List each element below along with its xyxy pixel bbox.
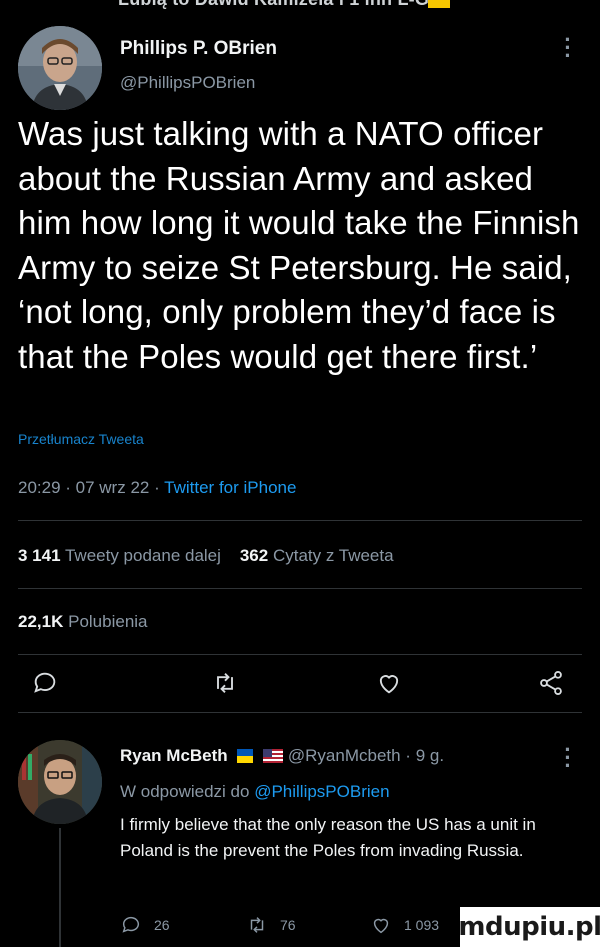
tweet-client-link[interactable]: Twitter for iPhone [164, 478, 296, 497]
retweets-count[interactable]: 3 141 [18, 546, 61, 565]
reply-icon [122, 916, 140, 933]
retweets-label[interactable]: Tweety podane dalej [65, 546, 221, 565]
author-handle[interactable]: @PhillipsPOBrien [120, 73, 255, 93]
tweet-text: Was just talking with a NATO officer abo… [18, 115, 580, 375]
reply-reply-count: 26 [154, 917, 170, 933]
quotes-count[interactable]: 362 [240, 546, 268, 565]
reply-retweet-button[interactable]: 76 [246, 914, 296, 936]
author-name[interactable]: Phillips P. OBrien [120, 38, 277, 60]
like-icon [379, 675, 399, 694]
liked-by-text: Lubią to Dawid Kamizela i 1 inn L-G [118, 0, 429, 10]
quotes-label[interactable]: Cytaty z Tweeta [273, 546, 394, 565]
likes-stats: 22,1K Polubienia [18, 612, 148, 632]
author-avatar[interactable] [18, 26, 102, 110]
likes-label[interactable]: Polubienia [68, 612, 147, 631]
replying-to-prefix: W odpowiedzi do [120, 782, 255, 801]
share-icon [540, 670, 562, 696]
site-watermark: mdupiu.pl [458, 907, 600, 947]
translate-tweet-link[interactable]: Przetłumacz Tweeta [18, 431, 144, 447]
reply-button[interactable] [28, 666, 62, 700]
share-button[interactable] [534, 666, 568, 700]
replying-to-handle[interactable]: @PhillipsPOBrien [254, 782, 389, 801]
divider [18, 588, 582, 589]
top-notification-strip: Lubią to Dawid Kamizela i 1 inn L-G [0, 0, 600, 14]
reply-header: Ryan McBeth @RyanMcbeth · 9 g. [120, 746, 444, 766]
tweet-timestamp: 20:29 · 07 wrz 22 · Twitter for iPhone [18, 478, 296, 498]
likes-count[interactable]: 22,1K [18, 612, 63, 631]
thread-line [59, 828, 61, 947]
reply-author-avatar[interactable] [18, 740, 102, 824]
tweet-time: 20:29 · 07 wrz 22 · [18, 478, 165, 497]
reply-handle-time[interactable]: @RyanMcbeth · 9 g. [288, 746, 444, 765]
retweet-icon [250, 917, 264, 933]
like-icon [373, 918, 389, 934]
reply-reply-button[interactable]: 26 [120, 914, 170, 936]
reply-author-name[interactable]: Ryan McBeth [120, 746, 228, 765]
us-flag-icon [263, 749, 284, 763]
reply-retweet-count: 76 [280, 917, 296, 933]
like-button[interactable] [372, 666, 406, 700]
divider [18, 520, 582, 521]
divider [18, 654, 582, 655]
ukraine-flag-icon [237, 749, 254, 763]
watermark-text: mdupiu.pl [458, 912, 600, 942]
more-options-icon[interactable]: · · · [558, 29, 578, 67]
divider [18, 712, 582, 713]
reply-more-options-icon[interactable]: · · · [558, 739, 578, 777]
retweets-quotes-stats: 3 141 Tweety podane dalej 362 Cytaty z T… [18, 546, 394, 566]
reply-like-button[interactable]: 1 093 [370, 914, 439, 936]
retweet-button[interactable] [208, 666, 242, 700]
replying-to: W odpowiedzi do @PhillipsPOBrien [120, 782, 390, 802]
reply-like-count: 1 093 [404, 917, 440, 933]
emoji-fragment [428, 0, 450, 8]
reply-text: I firmly believe that the only reason th… [120, 815, 536, 860]
reply-icon [34, 672, 56, 693]
retweet-icon [217, 673, 233, 693]
